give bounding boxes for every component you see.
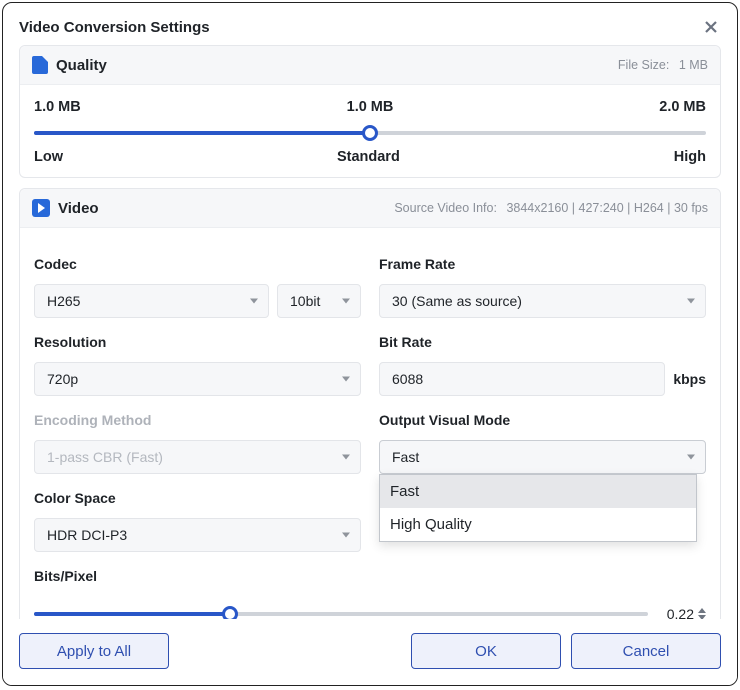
resolution-label: Resolution bbox=[34, 334, 361, 350]
video-title: Video bbox=[58, 200, 99, 217]
ok-button[interactable]: OK bbox=[411, 633, 561, 669]
bitrate-value: 6088 bbox=[392, 371, 423, 387]
label-low: Low bbox=[34, 149, 63, 165]
encoding-select: 1-pass CBR (Fast) bbox=[34, 440, 361, 474]
titlebar: Video Conversion Settings bbox=[3, 3, 737, 45]
bitspixel-slider[interactable] bbox=[34, 604, 648, 619]
label-standard: Standard bbox=[337, 149, 400, 165]
close-icon bbox=[704, 20, 718, 34]
document-icon bbox=[32, 56, 48, 74]
stepper-down-icon[interactable] bbox=[698, 615, 706, 619]
video-header: Video Source Video Info: 3844x2160 | 427… bbox=[20, 189, 720, 228]
label-high: High bbox=[674, 149, 706, 165]
size-min: 1.0 MB bbox=[34, 99, 81, 115]
source-info-label: Source Video Info: bbox=[394, 201, 497, 215]
bitdepth-value: 10bit bbox=[290, 293, 320, 309]
framerate-select[interactable]: 30 (Same as source) bbox=[379, 284, 706, 318]
bitrate-label: Bit Rate bbox=[379, 334, 706, 350]
bitspixel-stepper[interactable]: 0.22 bbox=[660, 600, 706, 619]
quality-label-row: Low Standard High bbox=[34, 149, 706, 165]
framerate-value: 30 (Same as source) bbox=[392, 293, 522, 309]
quality-header: Quality File Size: 1 MB bbox=[20, 46, 720, 85]
size-mid: 1.0 MB bbox=[347, 99, 394, 115]
ovm-dropdown: Fast High Quality bbox=[379, 474, 697, 542]
codec-value: H265 bbox=[47, 293, 80, 309]
ovm-option-high-quality[interactable]: High Quality bbox=[380, 508, 696, 541]
chevron-down-icon bbox=[342, 533, 350, 538]
source-info: Source Video Info: 3844x2160 | 427:240 |… bbox=[394, 201, 708, 215]
cancel-button[interactable]: Cancel bbox=[571, 633, 721, 669]
colorspace-select[interactable]: HDR DCI-P3 bbox=[34, 518, 361, 552]
dialog-title: Video Conversion Settings bbox=[19, 19, 210, 36]
ovm-value: Fast bbox=[392, 449, 419, 465]
bitdepth-select[interactable]: 10bit bbox=[277, 284, 361, 318]
dialog-content: Quality File Size: 1 MB 1.0 MB 1.0 MB 2.… bbox=[3, 45, 737, 619]
bitrate-unit: kbps bbox=[673, 371, 706, 387]
file-size-label: File Size: bbox=[618, 58, 669, 72]
bitrate-input[interactable]: 6088 bbox=[379, 362, 665, 396]
slider-fill bbox=[34, 131, 370, 135]
source-info-value: 3844x2160 | 427:240 | H264 | 30 fps bbox=[506, 201, 708, 215]
chevron-down-icon bbox=[342, 377, 350, 382]
resolution-select[interactable]: 720p bbox=[34, 362, 361, 396]
quality-panel: Quality File Size: 1 MB 1.0 MB 1.0 MB 2.… bbox=[19, 45, 721, 178]
codec-label: Codec bbox=[34, 256, 361, 272]
resolution-value: 720p bbox=[47, 371, 78, 387]
slider-thumb[interactable] bbox=[362, 125, 378, 141]
codec-select[interactable]: H265 bbox=[34, 284, 269, 318]
chevron-down-icon bbox=[250, 299, 258, 304]
dialog-footer: Apply to All OK Cancel bbox=[3, 619, 737, 685]
encoding-value: 1-pass CBR (Fast) bbox=[47, 449, 163, 465]
slider-thumb[interactable] bbox=[222, 606, 238, 619]
scroll-area[interactable]: Quality File Size: 1 MB 1.0 MB 1.0 MB 2.… bbox=[19, 45, 731, 619]
encoding-label: Encoding Method bbox=[34, 412, 361, 428]
quality-title: Quality bbox=[56, 57, 107, 74]
chevron-down-icon bbox=[342, 455, 350, 460]
framerate-label: Frame Rate bbox=[379, 256, 706, 272]
bitspixel-label: Bits/Pixel bbox=[34, 568, 706, 584]
ovm-label: Output Visual Mode bbox=[379, 412, 706, 428]
ovm-option-fast[interactable]: Fast bbox=[380, 475, 696, 508]
chevron-down-icon bbox=[687, 455, 695, 460]
apply-to-all-button[interactable]: Apply to All bbox=[19, 633, 169, 669]
file-size-meta: File Size: 1 MB bbox=[618, 58, 708, 72]
settings-dialog: Video Conversion Settings Quality File S… bbox=[2, 2, 738, 686]
output-visual-mode-select[interactable]: Fast bbox=[379, 440, 706, 474]
size-max: 2.0 MB bbox=[659, 99, 706, 115]
quality-slider[interactable] bbox=[34, 123, 706, 143]
stepper-up-icon[interactable] bbox=[698, 608, 706, 613]
chevron-down-icon bbox=[687, 299, 695, 304]
colorspace-value: HDR DCI-P3 bbox=[47, 527, 127, 543]
quality-size-row: 1.0 MB 1.0 MB 2.0 MB bbox=[34, 99, 706, 115]
play-icon bbox=[32, 199, 50, 217]
slider-fill bbox=[34, 612, 230, 616]
close-button[interactable] bbox=[701, 17, 721, 37]
video-panel: Video Source Video Info: 3844x2160 | 427… bbox=[19, 188, 721, 619]
file-size-value: 1 MB bbox=[679, 58, 708, 72]
bitspixel-value: 0.22 bbox=[660, 606, 694, 619]
colorspace-label: Color Space bbox=[34, 490, 361, 506]
chevron-down-icon bbox=[342, 299, 350, 304]
